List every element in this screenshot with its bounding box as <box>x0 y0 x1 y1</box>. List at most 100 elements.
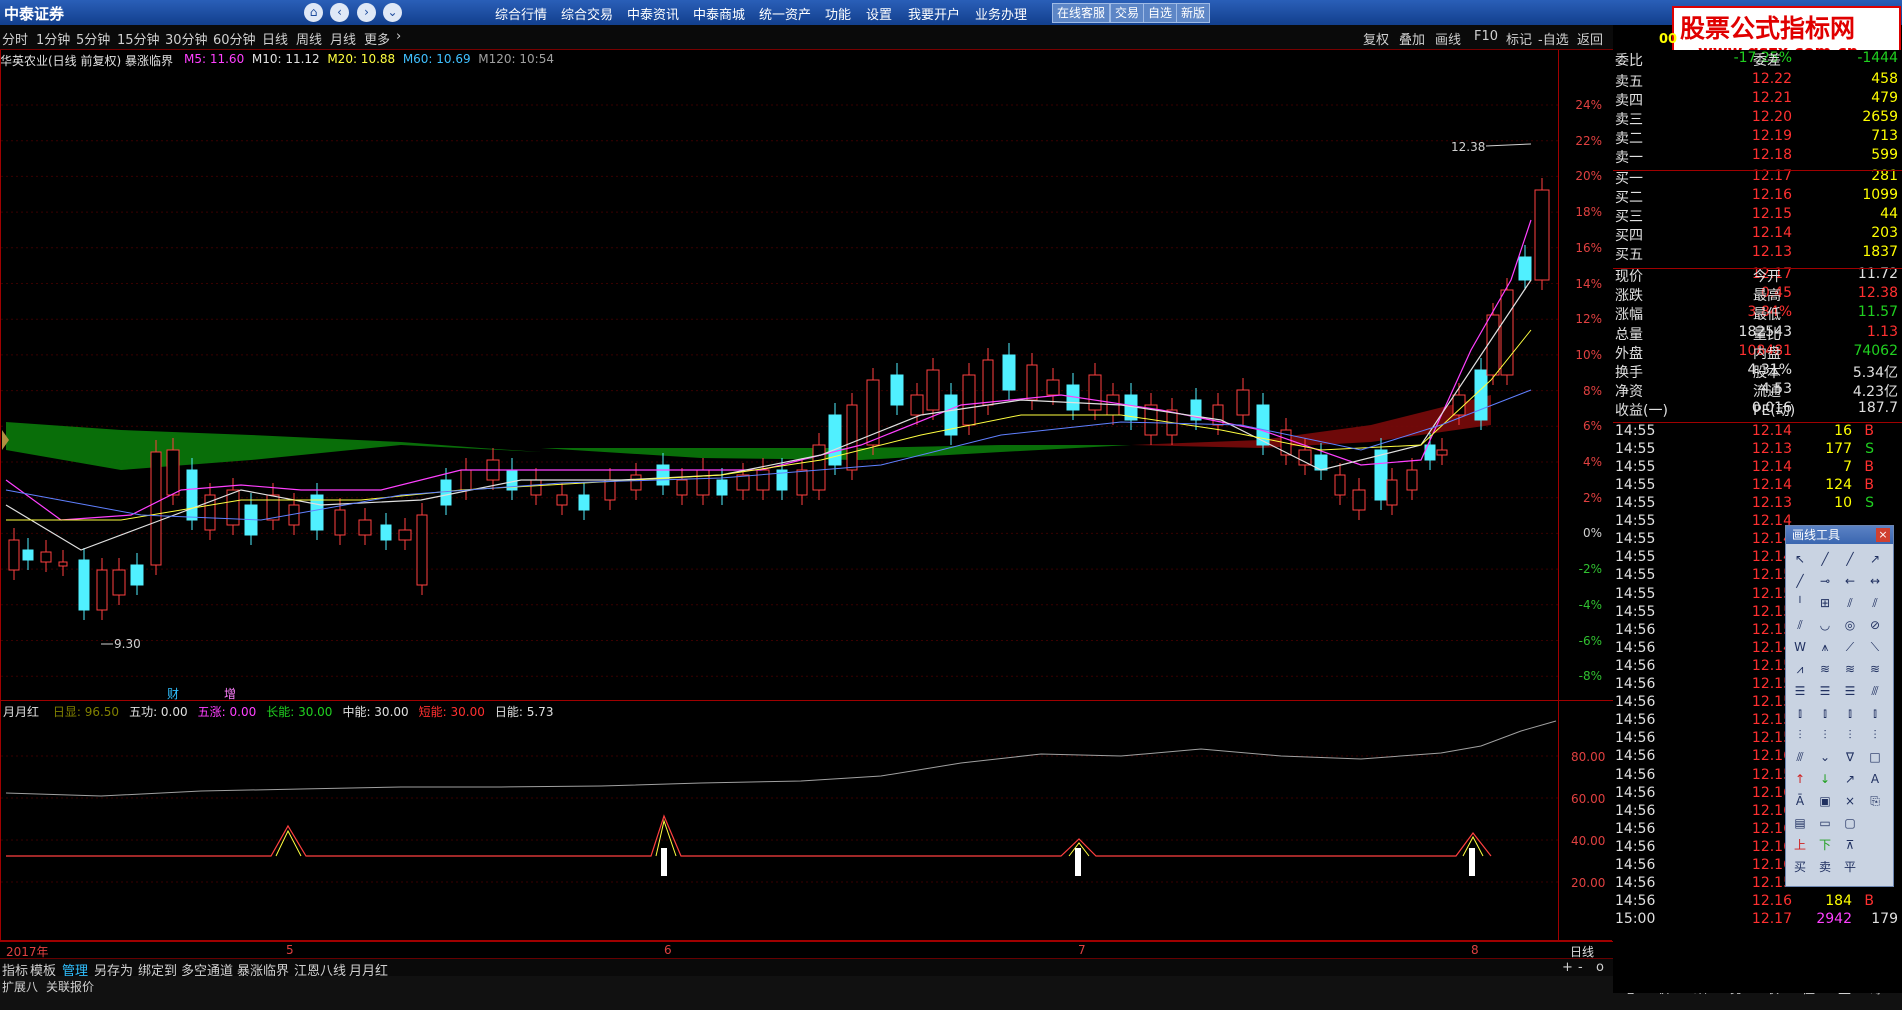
indicator-chart[interactable]: 80.0060.0040.0020.00 <box>1 701 1613 941</box>
draw-tool-icon[interactable]: ◎ <box>1840 616 1860 634</box>
zoom-in-icon[interactable]: + <box>1562 960 1573 975</box>
status-extend[interactable]: 扩展八 <box>2 978 38 995</box>
menu-settings[interactable]: 设置 <box>866 4 892 23</box>
draw-tool-icon[interactable]: ◡ <box>1815 616 1835 634</box>
draw-tool-icon[interactable]: ╱ <box>1790 572 1810 590</box>
draw-button[interactable]: 画线 <box>1435 29 1461 48</box>
draw-tool-icon[interactable]: ⫶ <box>1790 726 1810 744</box>
draw-tool-icon[interactable]: ↓ <box>1815 770 1835 788</box>
menu-mall[interactable]: 中泰商城 <box>693 4 745 23</box>
draw-tool-icon[interactable]: ⫽ <box>1790 616 1810 634</box>
draw-tool-icon[interactable]: 下 <box>1815 836 1835 854</box>
adjust-button[interactable]: 复权 <box>1363 29 1389 48</box>
draw-tool-icon[interactable]: × <box>1840 792 1860 810</box>
status-linked-quote[interactable]: 关联报价 <box>46 978 94 995</box>
overlay-button[interactable]: 叠加 <box>1399 29 1425 48</box>
draw-tool-icon[interactable]: ⫻ <box>1790 748 1810 766</box>
reset-icon[interactable]: o <box>1596 960 1604 975</box>
main-chart-pane[interactable]: 12.38 9.30 财 增 <box>0 50 1614 701</box>
f10-button[interactable]: F10 <box>1474 29 1498 44</box>
more-arrow-icon[interactable]: › <box>396 29 401 44</box>
draw-tool-icon[interactable]: ∇ <box>1840 748 1860 766</box>
period-daily[interactable]: 日线 <box>262 29 288 48</box>
draw-tool-icon[interactable]: 卖 <box>1815 858 1835 876</box>
draw-tool-icon[interactable]: ⌄ <box>1815 748 1835 766</box>
close-icon[interactable]: × <box>1876 528 1890 542</box>
period-more[interactable]: 更多 <box>364 29 390 48</box>
draw-tool-icon[interactable] <box>1865 836 1885 854</box>
draw-tool-icon[interactable]: ↖ <box>1790 550 1810 568</box>
draw-tool-icon[interactable]: ☰ <box>1815 682 1835 700</box>
period-intraday[interactable]: 分时 <box>2 29 28 48</box>
dropdown-icon[interactable]: ⌄ <box>383 3 402 22</box>
zoom-out-icon[interactable]: - <box>1578 960 1583 975</box>
draw-tool-icon[interactable]: W <box>1790 638 1810 656</box>
new-version-button[interactable]: 新版 <box>1176 3 1211 23</box>
draw-tool-icon[interactable]: ▭ <box>1815 814 1835 832</box>
period-monthly[interactable]: 月线 <box>330 29 356 48</box>
add-watchlist-button[interactable]: -自选 <box>1538 29 1569 48</box>
mark-button[interactable]: 标记 <box>1506 29 1532 48</box>
menu-business[interactable]: 业务办理 <box>975 4 1027 23</box>
draw-tool-icon[interactable]: ↗ <box>1840 770 1860 788</box>
draw-tool-icon[interactable]: ⫶ <box>1865 726 1885 744</box>
draw-tool-icon[interactable]: ⫾ <box>1865 704 1885 722</box>
trade-button[interactable]: 交易 <box>1110 3 1145 23</box>
draw-tool-icon[interactable]: ⫽ <box>1865 594 1885 612</box>
draw-tool-icon[interactable]: 买 <box>1790 858 1810 876</box>
draw-tool-icon[interactable]: ≋ <box>1815 660 1835 678</box>
period-5min[interactable]: 5分钟 <box>76 29 110 48</box>
draw-tool-icon[interactable]: ▢ <box>1840 814 1860 832</box>
forward-icon[interactable]: › <box>357 3 376 22</box>
back-icon[interactable]: ‹ <box>330 3 349 22</box>
home-icon[interactable]: ⌂ <box>304 3 323 22</box>
draw-tool-icon[interactable]: ⫻ <box>1865 682 1885 700</box>
draw-tool-icon[interactable]: ← <box>1840 572 1860 590</box>
draw-tool-icon[interactable]: ⊸ <box>1815 572 1835 590</box>
draw-tool-icon[interactable]: ⟋ <box>1840 638 1860 656</box>
menu-market[interactable]: 综合行情 <box>495 4 547 23</box>
draw-tool-icon[interactable]: 上 <box>1790 836 1810 854</box>
draw-tool-icon[interactable]: ⫽ <box>1840 594 1860 612</box>
draw-tool-icon[interactable]: ≋ <box>1840 660 1860 678</box>
online-service-button[interactable]: 在线客服 <box>1052 3 1111 23</box>
return-button[interactable]: 返回 <box>1577 29 1603 48</box>
draw-tool-icon[interactable]: ↑ <box>1790 770 1810 788</box>
candlestick-chart[interactable]: 12.38 9.30 财 增 <box>1 50 1613 700</box>
draw-tool-icon[interactable]: ↗ <box>1865 550 1885 568</box>
draw-tool-icon[interactable]: ╱ <box>1815 550 1835 568</box>
draw-tool-icon[interactable]: ⎘ <box>1865 792 1885 810</box>
draw-tool-icon[interactable]: ▤ <box>1790 814 1810 832</box>
menu-trade[interactable]: 综合交易 <box>561 4 613 23</box>
menu-functions[interactable]: 功能 <box>825 4 851 23</box>
draw-tool-icon[interactable]: ╱ <box>1840 550 1860 568</box>
draw-tool-icon[interactable]: ⫾ <box>1815 704 1835 722</box>
watchlist-button[interactable]: 自选 <box>1143 3 1178 23</box>
draw-tool-icon[interactable]: ⊞ <box>1815 594 1835 612</box>
draw-tool-icon[interactable]: ⟍ <box>1865 638 1885 656</box>
period-30min[interactable]: 30分钟 <box>165 29 208 48</box>
draw-tool-icon[interactable]: ⫶ <box>1815 726 1835 744</box>
period-weekly[interactable]: 周线 <box>296 29 322 48</box>
draw-tool-icon[interactable]: ╵ <box>1790 594 1810 612</box>
menu-news[interactable]: 中泰资讯 <box>627 4 679 23</box>
period-1min[interactable]: 1分钟 <box>36 29 70 48</box>
menu-open-account[interactable]: 我要开户 <box>908 4 960 23</box>
draw-tool-icon[interactable]: ⊼ <box>1840 836 1860 854</box>
drawing-tools-panel[interactable]: 画线工具 × ↖ ╱ ╱ ↗ ╱ ⊸ ← ↔ ╵ ⊞ ⫽ ⫽ ⫽ ◡ ◎ ⊘ W ⩚ ⟋ ⟍ ⩘ ≋ ≋ ≋ ☰ ☰ ☰ ⫻ ⫾ ⫾ ⫾ ⫾ ⫶… <box>1785 525 1894 887</box>
menu-assets[interactable]: 统一资产 <box>759 4 811 23</box>
draw-tool-icon[interactable]: ⫶ <box>1840 726 1860 744</box>
draw-tool-icon[interactable]: Ā <box>1790 792 1810 810</box>
draw-tool-icon[interactable]: ⊘ <box>1865 616 1885 634</box>
draw-tool-icon[interactable] <box>1865 814 1885 832</box>
draw-tool-icon[interactable]: ☰ <box>1840 682 1860 700</box>
period-15min[interactable]: 15分钟 <box>117 29 160 48</box>
draw-tool-icon[interactable]: A <box>1865 770 1885 788</box>
indicator-pane[interactable]: 80.00 60.00 40.00 20.00 月月红 日显: 96.50 五功: 0.… <box>0 700 1614 942</box>
draw-tool-icon[interactable]: ☰ <box>1790 682 1810 700</box>
draw-tool-icon[interactable]: □ <box>1865 748 1885 766</box>
draw-tool-icon[interactable]: ⫾ <box>1790 704 1810 722</box>
draw-tool-icon[interactable]: ≋ <box>1865 660 1885 678</box>
period-60min[interactable]: 60分钟 <box>213 29 256 48</box>
drawing-tools-header[interactable]: 画线工具 × <box>1786 526 1893 544</box>
